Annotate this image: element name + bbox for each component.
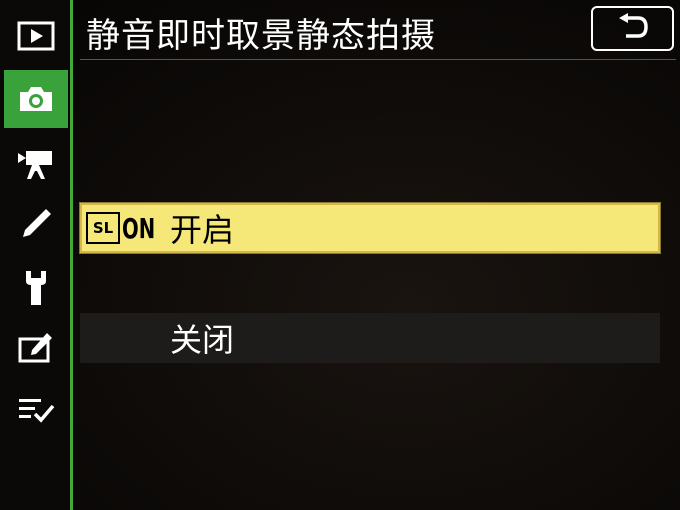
- silent-on-badge: SL ON: [86, 210, 166, 246]
- playback-icon: [17, 21, 55, 51]
- silent-badge-box: SL: [86, 212, 120, 244]
- page-title: 静音即时取景静态拍摄: [86, 16, 436, 56]
- sidebar-item-playback[interactable]: [4, 10, 68, 62]
- movie-camera-icon: [16, 147, 56, 181]
- sidebar-item-movie-shooting[interactable]: [4, 138, 68, 190]
- title-divider: [80, 59, 676, 60]
- option-label: 开启: [170, 211, 235, 249]
- camera-icon: [16, 83, 56, 115]
- sidebar-divider: [70, 0, 73, 510]
- silent-badge-on: ON: [122, 211, 156, 245]
- sidebar-item-photo-shooting[interactable]: [4, 70, 68, 128]
- option-on[interactable]: SL ON 开启: [79, 202, 661, 254]
- pencil-icon: [18, 206, 54, 242]
- sidebar-item-my-menu[interactable]: [4, 384, 68, 436]
- sidebar-item-setup[interactable]: [4, 262, 68, 314]
- option-off[interactable]: 关闭: [80, 313, 660, 363]
- my-menu-icon: [17, 396, 55, 424]
- retouch-icon: [17, 331, 55, 365]
- return-arrow-icon: [616, 12, 650, 45]
- back-button[interactable]: [591, 6, 674, 51]
- sidebar-item-retouch[interactable]: [4, 322, 68, 374]
- option-label: 关闭: [170, 321, 235, 359]
- sidebar-item-custom-settings[interactable]: [4, 198, 68, 250]
- wrench-icon: [21, 268, 51, 308]
